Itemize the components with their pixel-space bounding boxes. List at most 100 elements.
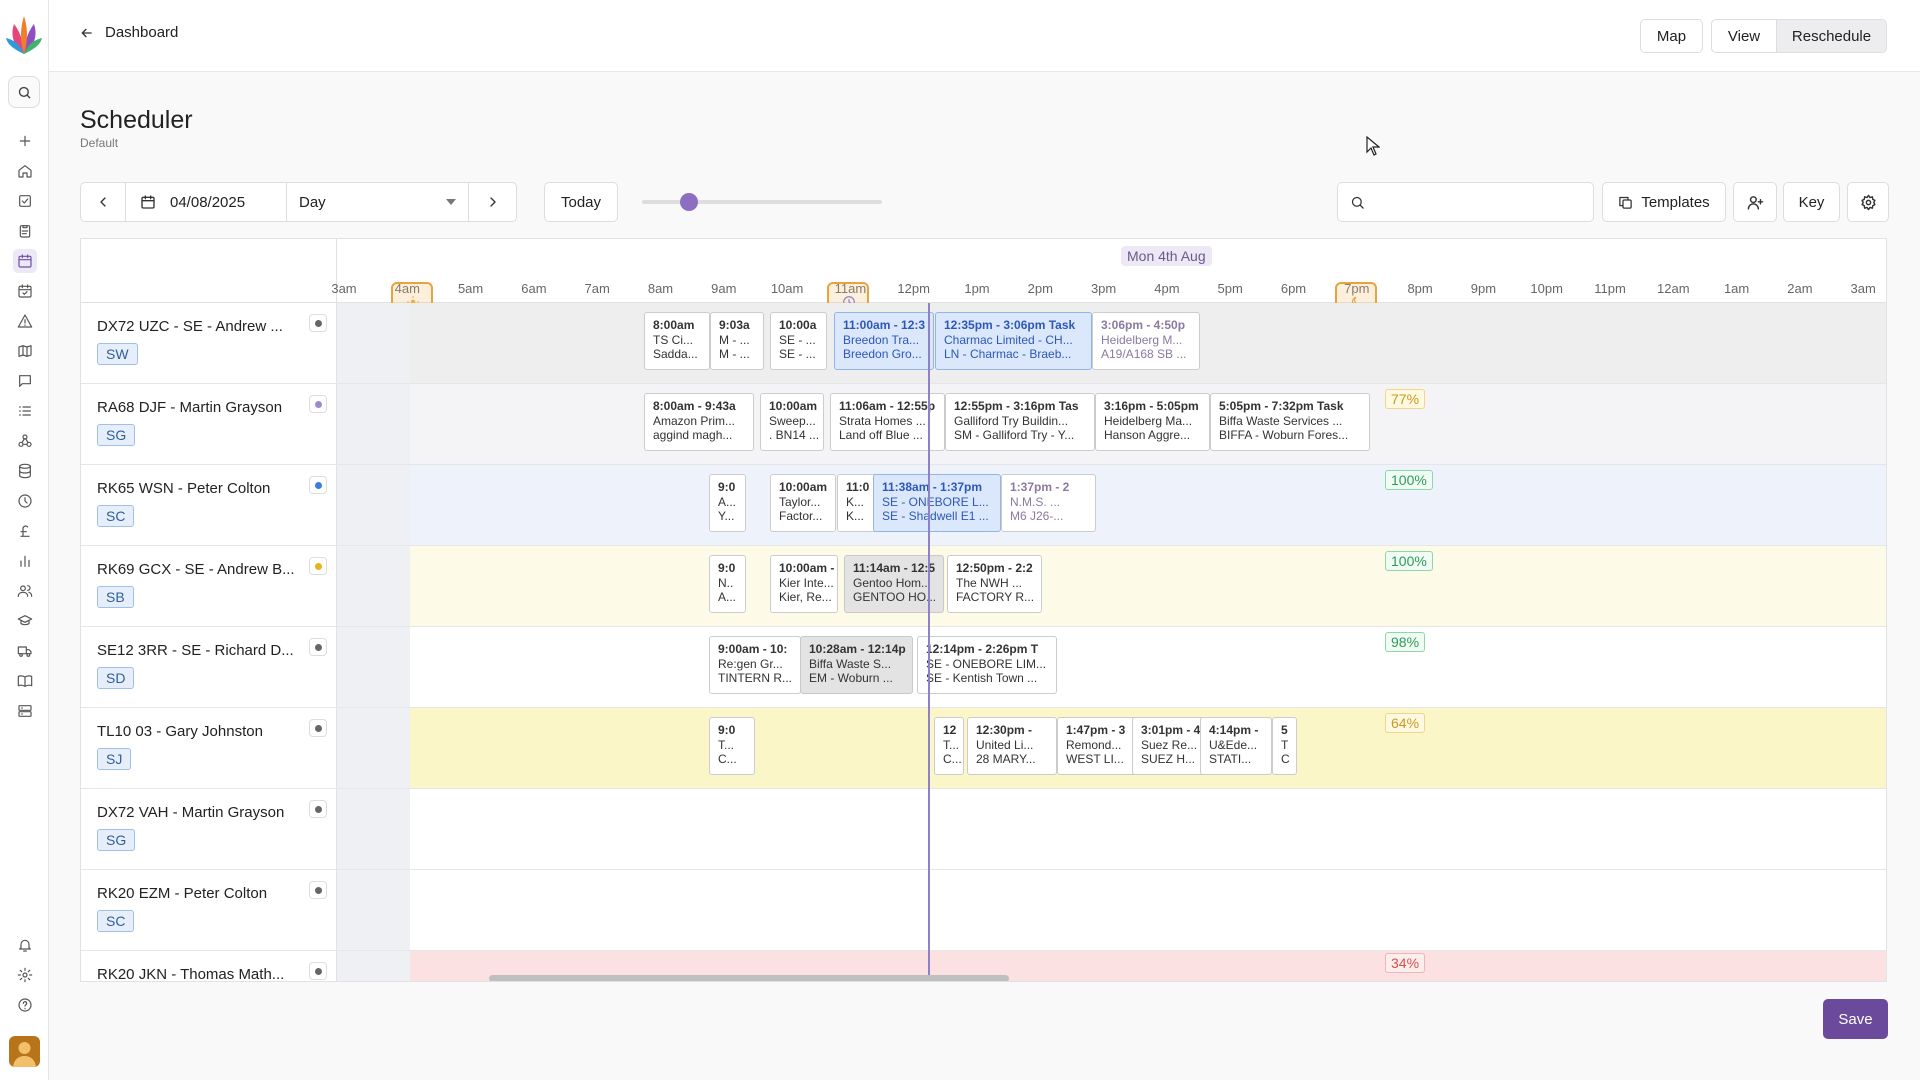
clipboard-icon[interactable]: [13, 219, 37, 243]
vehicle-row[interactable]: TL10 03 - Gary Johnston SJ 9:0 T... C... 12 T.…: [81, 708, 1886, 789]
job-card[interactable]: 12:35pm - 3:06pm Task Charmac Limited - C…: [935, 312, 1092, 370]
previous-day-button[interactable]: [80, 182, 126, 222]
job-card[interactable]: 12:14pm - 2:26pm T SE - ONEBORE LIM... SE …: [917, 636, 1057, 694]
row-timeline-lane[interactable]: 9:0 N.. A... 10:00am - Kier Inte... Kier, Re.…: [337, 546, 1886, 626]
job-card[interactable]: 8:00am TS Ci... Sadda...: [644, 312, 710, 370]
map-icon[interactable]: [13, 339, 37, 363]
vehicle-row[interactable]: DX72 UZC - SE - Andrew ... SW 8:00am TS Ci.…: [81, 303, 1886, 384]
home-icon[interactable]: [13, 159, 37, 183]
job-card[interactable]: 12:30pm - United Li... 28 MARY...: [967, 717, 1057, 775]
job-card[interactable]: 11:00am - 12:3 Breedon Tra... Breedon Gro.…: [834, 312, 934, 370]
user-avatar[interactable]: [9, 1036, 40, 1067]
calendar-icon[interactable]: [13, 249, 37, 273]
job-card[interactable]: 9:00am - 10: Re:gen Gr... TINTERN R...: [709, 636, 801, 694]
row-timeline-lane[interactable]: 9:00am - 10: Re:gen Gr... TINTERN R... 10:2…: [337, 627, 1886, 707]
today-button[interactable]: Today: [544, 182, 618, 222]
job-card[interactable]: 5:05pm - 7:32pm Task Biffa Waste Services…: [1210, 393, 1370, 451]
job-card[interactable]: 9:0 N.. A...: [709, 555, 746, 613]
zoom-slider-thumb[interactable]: [680, 193, 698, 211]
row-timeline-lane[interactable]: [337, 870, 1886, 950]
vehicle-row[interactable]: SE12 3RR - SE - Richard D... SD 9:00am - 1…: [81, 627, 1886, 708]
vehicle-name[interactable]: SE12 3RR - SE - Richard D...: [97, 642, 307, 659]
job-card[interactable]: 3:06pm - 4:50p Heidelberg M... A19/A168 SB…: [1092, 312, 1200, 370]
truck-icon[interactable]: [13, 639, 37, 663]
vehicle-name[interactable]: DX72 VAH - Martin Grayson: [97, 804, 307, 821]
status-indicator[interactable]: [309, 476, 327, 494]
job-card[interactable]: 10:00a SE - ... SE - ...: [770, 312, 827, 370]
back-to-dashboard-link[interactable]: Dashboard: [79, 24, 178, 41]
add-user-button[interactable]: [1733, 182, 1777, 222]
vehicle-row[interactable]: RK65 WSN - Peter Colton SC 9:0 A... Y... 10:0…: [81, 465, 1886, 546]
job-card[interactable]: 11:38am - 1:37pm SE - ONEBORE L... SE - Sh…: [873, 474, 1001, 532]
database-icon[interactable]: [13, 459, 37, 483]
job-card[interactable]: 10:00am Sweep.... BN14 ...: [760, 393, 824, 451]
job-card[interactable]: 9:0 A... Y...: [709, 474, 746, 532]
settings-icon[interactable]: [13, 963, 37, 987]
job-card[interactable]: 12 T... C...: [934, 717, 964, 775]
vehicle-row[interactable]: RK69 GCX - SE - Andrew B... SB 9:0 N.. A... 1…: [81, 546, 1886, 627]
templates-button[interactable]: Templates: [1602, 182, 1726, 222]
bell-icon[interactable]: [13, 933, 37, 957]
job-card[interactable]: 9:0 T... C...: [709, 717, 755, 775]
save-button[interactable]: Save: [1823, 999, 1888, 1039]
pound-icon[interactable]: [13, 519, 37, 543]
users-icon[interactable]: [13, 579, 37, 603]
warning-icon[interactable]: [13, 309, 37, 333]
job-card[interactable]: 8:00am - 9:43a Amazon Prim... aggind magh.…: [644, 393, 754, 451]
vehicle-name[interactable]: RK20 JKN - Thomas Math...: [97, 966, 307, 981]
range-select[interactable]: Day: [286, 182, 469, 222]
row-timeline-lane[interactable]: 8:00am TS Ci... Sadda... 9:03a M - ... M - ..…: [337, 303, 1886, 383]
job-card[interactable]: 10:28am - 12:14p Biffa Waste S... EM - Wob…: [800, 636, 913, 694]
clock-icon[interactable]: [13, 489, 37, 513]
search-field[interactable]: [1337, 182, 1594, 222]
vehicle-row[interactable]: RA68 DJF - Martin Grayson SG 8:00am - 9:43…: [81, 384, 1886, 465]
vehicle-name[interactable]: RK69 GCX - SE - Andrew B...: [97, 561, 307, 578]
vehicle-name[interactable]: RK65 WSN - Peter Colton: [97, 480, 307, 497]
map-button[interactable]: Map: [1640, 19, 1703, 53]
horizontal-scrollbar[interactable]: [489, 975, 1009, 981]
row-timeline-lane[interactable]: 9:0 T... C... 12 T... C... 12:30pm - United Li.…: [337, 708, 1886, 788]
reschedule-button[interactable]: Reschedule: [1776, 19, 1887, 53]
book-icon[interactable]: [13, 669, 37, 693]
app-logo[interactable]: [6, 14, 42, 56]
job-card[interactable]: 10:00am Taylor... Factor...: [770, 474, 836, 532]
vehicle-row[interactable]: DX72 VAH - Martin Grayson SG: [81, 789, 1886, 870]
vehicle-name[interactable]: TL10 03 - Gary Johnston: [97, 723, 307, 740]
job-card[interactable]: 12:55pm - 3:16pm Tas Galliford Try Buildi…: [945, 393, 1095, 451]
bar-chart-icon[interactable]: [13, 549, 37, 573]
status-indicator[interactable]: [309, 314, 327, 332]
vehicle-name[interactable]: RK20 EZM - Peter Colton: [97, 885, 307, 902]
help-icon[interactable]: [13, 993, 37, 1017]
job-card[interactable]: 1:37pm - 2 N.M.S. ... M6 J26-...: [1001, 474, 1096, 532]
vehicle-row[interactable]: RK20 EZM - Peter Colton SC: [81, 870, 1886, 951]
checkbox-icon[interactable]: [13, 189, 37, 213]
status-indicator[interactable]: [309, 719, 327, 737]
message-icon[interactable]: [13, 369, 37, 393]
plus-icon[interactable]: [13, 129, 37, 153]
job-card[interactable]: 12:50pm - 2:2 The NWH ... FACTORY R...: [947, 555, 1042, 613]
key-button[interactable]: Key: [1783, 182, 1840, 222]
scheduler-settings-button[interactable]: [1847, 182, 1889, 222]
list-icon[interactable]: [13, 399, 37, 423]
job-card[interactable]: 5TC: [1272, 717, 1297, 775]
date-picker[interactable]: 04/08/2025: [125, 182, 287, 222]
status-indicator[interactable]: [309, 638, 327, 656]
network-icon[interactable]: [13, 429, 37, 453]
next-day-button[interactable]: [468, 182, 517, 222]
job-card[interactable]: 4:14pm - U&Ede... STATI...: [1200, 717, 1272, 775]
row-timeline-lane[interactable]: 8:00am - 9:43a Amazon Prim... aggind magh.…: [337, 384, 1886, 464]
status-indicator[interactable]: [309, 881, 327, 899]
job-card[interactable]: 3:16pm - 5:05pm Heidelberg Ma... Hanson Ag…: [1095, 393, 1210, 451]
job-card[interactable]: 10:00am - Kier Inte... Kier, Re...: [770, 555, 838, 613]
job-card[interactable]: 9:03a M - ... M - ...: [710, 312, 764, 370]
server-icon[interactable]: [13, 699, 37, 723]
zoom-slider-track[interactable]: [642, 200, 882, 204]
status-indicator[interactable]: [309, 395, 327, 413]
vehicle-name[interactable]: DX72 UZC - SE - Andrew ...: [97, 318, 307, 335]
row-timeline-lane[interactable]: [337, 789, 1886, 869]
row-timeline-lane[interactable]: 9:0 A... Y... 10:00am Taylor... Factor... 11:0…: [337, 465, 1886, 545]
status-indicator[interactable]: [309, 800, 327, 818]
view-button[interactable]: View: [1711, 19, 1777, 53]
status-indicator[interactable]: [309, 962, 327, 980]
status-indicator[interactable]: [309, 557, 327, 575]
